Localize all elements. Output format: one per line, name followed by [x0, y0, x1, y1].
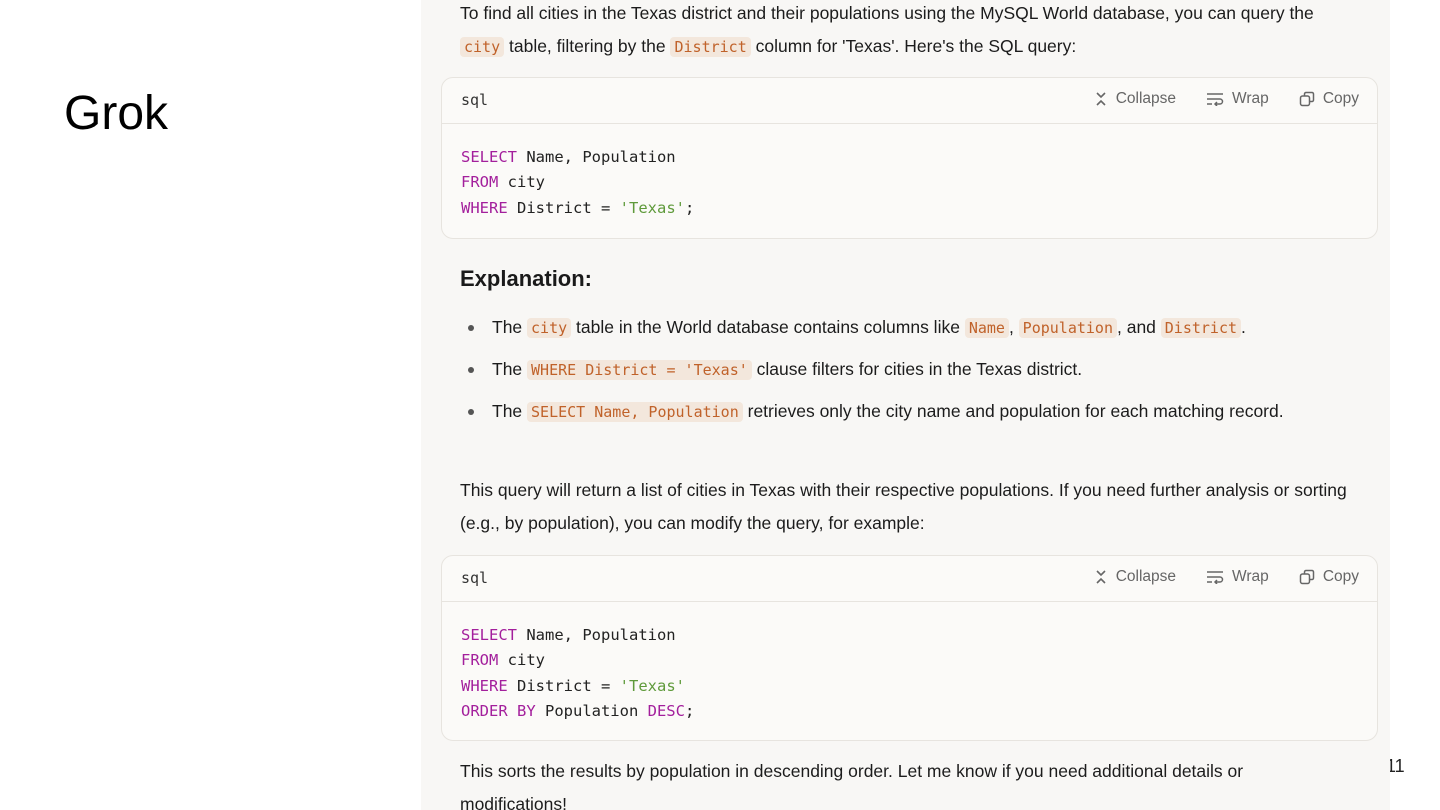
sql-keyword: FROM [461, 173, 499, 192]
copy-button[interactable]: Copy [1299, 90, 1359, 108]
copy-icon [1299, 91, 1315, 107]
wrap-button[interactable]: Wrap [1206, 568, 1269, 586]
followup-paragraph: This query will return a list of cities … [460, 480, 1347, 533]
collapse-icon [1096, 92, 1106, 106]
inline-code: Population [1018, 318, 1117, 338]
sql-text: District = [507, 198, 620, 217]
code-line: WHERE District = 'Texas' [461, 674, 1358, 699]
sql-keyword: SELECT [461, 148, 517, 166]
inline-code: Name [964, 318, 1009, 338]
list-item: The WHERE District = 'Texas' clause filt… [468, 353, 1342, 387]
code-header: sql Collapse Wrap Copy [442, 78, 1377, 124]
inline-code: city [527, 318, 572, 338]
bullet-text: retrieves only the city name and populat… [742, 401, 1284, 421]
wrap-icon [1207, 93, 1224, 106]
intro-text: To find all cities in the Texas district… [460, 3, 1314, 23]
code-line: SELECT Name, Population [461, 623, 1358, 648]
sql-text: ; [684, 701, 695, 720]
code-line: FROM city [461, 648, 1358, 673]
sql-text: District = [507, 676, 620, 695]
collapse-button[interactable]: Collapse [1094, 568, 1176, 586]
intro-text: table, filtering by the [504, 36, 671, 56]
sql-text: city [498, 173, 545, 192]
inline-code: WHERE District = 'Texas' [527, 360, 752, 380]
inline-code: SELECT Name, Population [527, 402, 743, 422]
collapse-icon [1096, 570, 1106, 584]
sql-keyword: WHERE [461, 676, 508, 695]
bullet-text: , and [1116, 317, 1161, 337]
sql-keyword: DESC [647, 701, 685, 720]
code-header: sql Collapse Wrap Copy [442, 556, 1377, 602]
code-content[interactable]: SELECT Name, Population FROM city WHERE Di… [442, 602, 1377, 724]
intro-text: column for 'Texas'. Here's the SQL query… [750, 36, 1077, 56]
code-content[interactable]: SELECT Name, Population FROM city WHERE Di… [442, 124, 1377, 221]
collapse-label: Collapse [1115, 90, 1177, 107]
sql-keyword: FROM [461, 651, 499, 670]
code-block-2: sql Collapse Wrap Copy SELECT Name, Popu… [441, 555, 1378, 741]
sql-string: 'Texas' [619, 198, 685, 217]
sql-keyword: SELECT [461, 626, 517, 644]
bullet-text: The [492, 359, 528, 379]
wrap-icon [1207, 571, 1224, 584]
closing-paragraph: This sorts the results by population in … [460, 761, 1244, 810]
sql-text: city [498, 651, 545, 670]
inline-code: District [670, 37, 751, 57]
bullet-text: . [1241, 317, 1246, 337]
slide-title: Grok [64, 87, 169, 140]
explanation-heading: Explanation: [460, 266, 593, 291]
sql-text: ; [684, 198, 695, 217]
bullet-text: The [492, 317, 528, 337]
sql-text: Name, Population [517, 626, 676, 644]
collapse-button[interactable]: Collapse [1094, 90, 1176, 108]
wrap-label: Wrap [1232, 568, 1269, 585]
code-language: sql [461, 569, 489, 587]
sql-keyword: WHERE [461, 198, 508, 217]
sql-keyword: ORDER BY [461, 701, 536, 720]
bullet-text: , [1008, 317, 1019, 337]
bullet-text: The [492, 401, 528, 421]
code-line: FROM city [461, 170, 1358, 195]
sql-text: Name, Population [517, 148, 676, 166]
sql-string: 'Texas' [619, 676, 685, 695]
wrap-button[interactable]: Wrap [1206, 90, 1269, 108]
list-item: The SELECT Name, Population retrieves on… [468, 395, 1342, 429]
code-language: sql [461, 91, 489, 109]
intro-paragraph: To find all cities in the Texas district… [460, 0, 1360, 64]
chat-response-screenshot: To find all cities in the Texas district… [421, 0, 1390, 810]
collapse-label: Collapse [1115, 568, 1177, 585]
bullet-text: clause filters for cities in the Texas d… [751, 359, 1083, 379]
code-line: ORDER BY Population DESC; [461, 699, 1358, 724]
list-item: The city table in the World database con… [468, 311, 1342, 345]
code-line: SELECT Name, Population [461, 145, 1358, 170]
wrap-label: Wrap [1232, 90, 1269, 107]
bullet-text: table in the World database contains col… [571, 317, 965, 337]
copy-button[interactable]: Copy [1299, 568, 1359, 586]
sql-text: Population [535, 701, 648, 720]
copy-label: Copy [1322, 568, 1359, 585]
code-block-1: sql Collapse Wrap Copy SELECT Name, Popu… [441, 77, 1378, 239]
copy-label: Copy [1322, 90, 1359, 107]
copy-icon [1299, 569, 1315, 585]
inline-code: District [1160, 318, 1242, 338]
inline-code: city [460, 37, 505, 57]
code-line: WHERE District = 'Texas'; [461, 196, 1358, 221]
